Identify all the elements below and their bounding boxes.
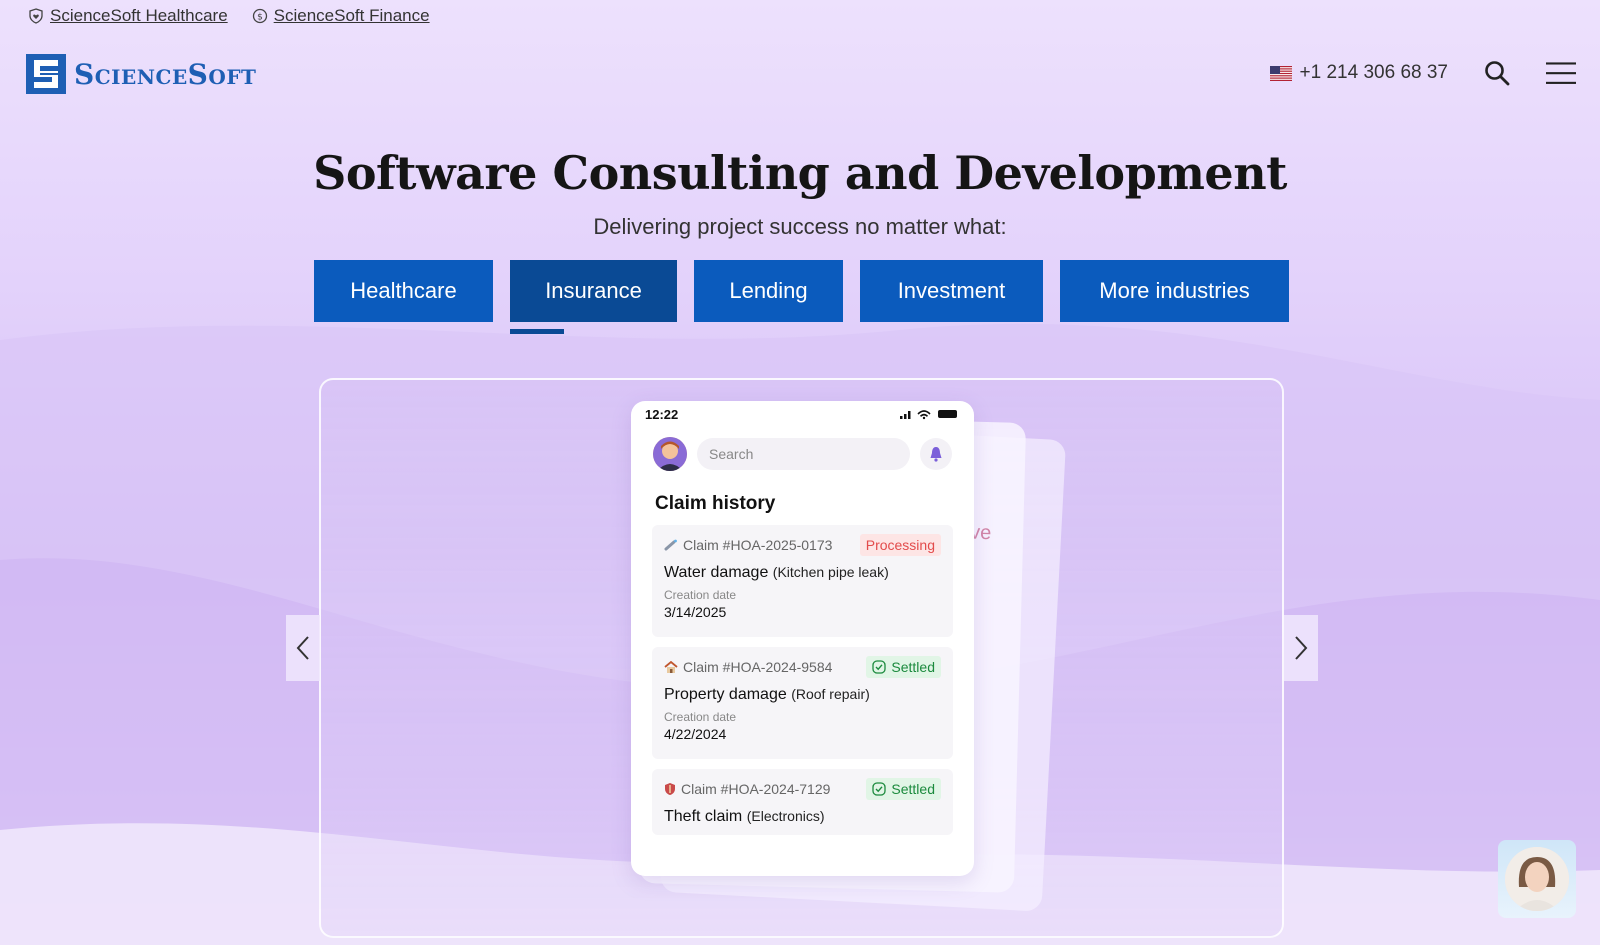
hero-subtitle: Delivering project success no matter wha… — [593, 214, 1007, 239]
phone-status-bar: 12:22 — [631, 401, 974, 427]
phone-number-text: +1 214 306 68 37 — [1299, 62, 1448, 83]
top-links: ScienceSoft Healthcare $ ScienceSoft Fin… — [28, 6, 430, 26]
status-time: 12:22 — [645, 406, 679, 422]
user-avatar[interactable] — [653, 437, 687, 471]
search-placeholder: Search — [709, 446, 754, 462]
finance-link[interactable]: $ ScienceSoft Finance — [252, 6, 430, 26]
tab-insurance[interactable]: Insurance — [510, 260, 677, 334]
claim-detail: (Roof repair) — [791, 686, 870, 702]
claim-id-text: Claim #HOA-2024-7129 — [681, 781, 831, 797]
check-circle-icon — [872, 660, 887, 674]
heart-shield-icon — [29, 8, 43, 24]
check-circle-icon — [872, 782, 887, 796]
claim-detail: (Kitchen pipe leak) — [772, 564, 889, 580]
avatar-icon — [653, 437, 687, 471]
dollar-coin-icon: $ — [252, 8, 267, 24]
tab-label: Lending — [729, 278, 808, 303]
tab-label: More industries — [1099, 278, 1250, 303]
logo-text: ScienceSoft — [74, 57, 257, 91]
creation-date: 4/22/2024 — [664, 726, 727, 742]
consultant-photo-icon — [1505, 847, 1569, 911]
phone-mockup: 12:22 Search Claim history Claim #HOA-20… — [631, 401, 974, 876]
finance-link-label: ScienceSoft Finance — [273, 6, 430, 25]
hamburger-menu-icon — [1546, 62, 1576, 84]
tab-healthcare[interactable]: Healthcare — [314, 260, 493, 322]
svg-text:$: $ — [257, 13, 263, 23]
phone-number[interactable]: +1 214 306 68 37 — [1269, 62, 1448, 84]
healthcare-link[interactable]: ScienceSoft Healthcare — [28, 6, 228, 26]
search-icon — [1485, 61, 1510, 86]
creation-date-label: Creation date — [664, 588, 737, 602]
status-icons — [900, 410, 957, 420]
claim-type: Property damage — [664, 686, 787, 703]
claim-card[interactable]: Claim #HOA-2024-7129 Settled Theft claim… — [652, 769, 953, 835]
tab-label: Healthcare — [350, 278, 457, 303]
status-badge: Processing — [859, 534, 941, 556]
us-flag-icon — [1269, 65, 1292, 81]
claim-id: Claim #HOA-2024-9584 — [664, 659, 832, 675]
claim-history-title: Claim history — [655, 493, 776, 514]
logo-mark-icon — [26, 54, 66, 94]
phone-app-header: Search — [631, 427, 974, 471]
house-icon — [664, 660, 678, 673]
carousel-next-button[interactable] — [1284, 615, 1318, 681]
claim-card[interactable]: Claim #HOA-2024-9584 Settled Property da… — [652, 647, 953, 759]
active-tab-indicator — [510, 329, 564, 334]
tab-lending[interactable]: Lending — [694, 260, 843, 322]
healthcare-link-label: ScienceSoft Healthcare — [50, 6, 228, 25]
status-badge: Settled — [866, 778, 941, 800]
status-badge: Settled — [866, 656, 941, 678]
pipe-icon — [664, 539, 677, 551]
phone-search-input[interactable]: Search — [697, 438, 910, 470]
tab-label: Investment — [897, 278, 1006, 303]
tab-investment[interactable]: Investment — [860, 260, 1043, 322]
claim-detail: (Electronics) — [746, 808, 825, 824]
creation-date: 3/14/2025 — [664, 604, 727, 620]
bell-icon — [930, 447, 942, 462]
claim-type: Water damage — [664, 564, 769, 581]
creation-date-label: Creation date — [664, 710, 737, 724]
sciencesoft-logo[interactable]: ScienceSoft — [26, 54, 256, 94]
carousel-prev-button[interactable] — [286, 615, 320, 681]
claim-id-text: Claim #HOA-2024-9584 — [683, 659, 833, 675]
tab-more-industries[interactable]: More industries — [1060, 260, 1289, 322]
status-badge-text: Settled — [891, 659, 935, 675]
header-actions: +1 214 306 68 37 — [1269, 58, 1576, 88]
consultant-avatar — [1505, 847, 1569, 911]
shield-icon — [665, 783, 675, 795]
notification-button[interactable] — [920, 438, 952, 470]
status-badge-text: Settled — [891, 781, 935, 797]
claim-id: Claim #HOA-2025-0173 — [664, 537, 832, 553]
hero-title: Software Consulting and Development — [313, 146, 1287, 200]
chevron-right-icon — [1295, 636, 1308, 660]
claim-id-text: Claim #HOA-2025-0173 — [683, 537, 833, 553]
claim-card[interactable]: Claim #HOA-2025-0173 Processing Water da… — [652, 525, 953, 637]
chat-consultant-button[interactable] — [1498, 840, 1576, 918]
search-button[interactable] — [1482, 58, 1512, 88]
claim-id: Claim #HOA-2024-7129 — [664, 781, 830, 797]
tab-label: Insurance — [545, 278, 642, 303]
industry-tabs: Healthcare Insurance Lending Investment … — [314, 260, 1289, 334]
chevron-left-icon — [296, 636, 309, 660]
claim-type: Theft claim — [664, 808, 743, 825]
menu-button[interactable] — [1546, 58, 1576, 88]
